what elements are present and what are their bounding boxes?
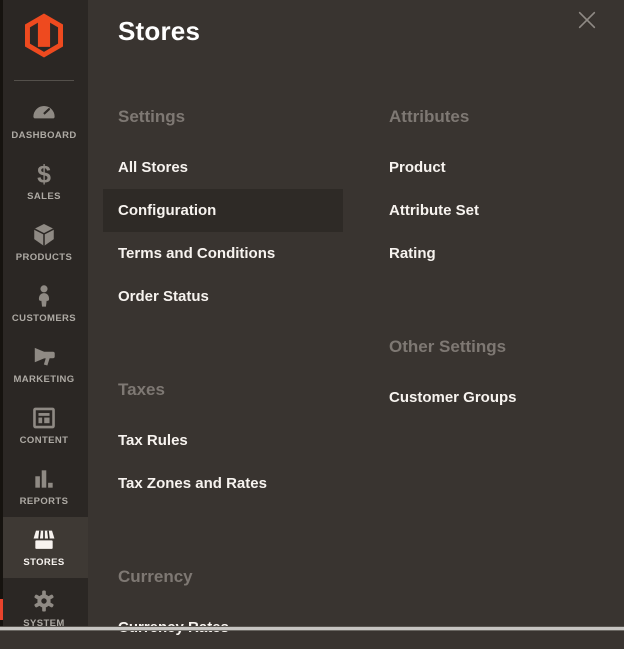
menu-section: Settings All StoresConfigurationTerms and… bbox=[103, 106, 343, 318]
sidebar-item-label: STORES bbox=[23, 557, 64, 568]
sidebar-item-content[interactable]: CONTENT bbox=[0, 395, 88, 456]
sidebar-item-label: MARKETING bbox=[13, 374, 74, 385]
sidebar-item-label: PRODUCTS bbox=[16, 252, 73, 263]
menu-item-attribute-set[interactable]: Attribute Set bbox=[374, 189, 614, 232]
sidebar-item-label: CUSTOMERS bbox=[12, 313, 76, 324]
close-button[interactable] bbox=[574, 7, 600, 33]
marketing-megaphone-icon bbox=[31, 343, 57, 370]
menu-item-rating[interactable]: Rating bbox=[374, 232, 614, 275]
admin-sidebar: DASHBOARD $ SALES PRODUCTS CUSTOMERS MARKETIN… bbox=[0, 0, 88, 631]
menu-item-tax-zones-and-rates[interactable]: Tax Zones and Rates bbox=[103, 462, 343, 505]
svg-text:$: $ bbox=[37, 161, 51, 187]
menu-item-terms-and-conditions[interactable]: Terms and Conditions bbox=[103, 232, 343, 275]
menu-section: CurrencyCurrency Rates bbox=[103, 566, 343, 649]
screen-left-edge bbox=[0, 0, 3, 631]
left-edge-accent bbox=[0, 599, 3, 620]
section-header: Taxes bbox=[103, 379, 343, 401]
menu-item-configuration[interactable]: Configuration bbox=[103, 189, 343, 232]
page-title: Stores bbox=[118, 16, 624, 46]
products-box-icon bbox=[31, 221, 57, 248]
menu-column-1: Settings All StoresConfigurationTerms and… bbox=[103, 106, 343, 649]
stores-flyout-menu: Stores Settings All StoresConfigurationTe… bbox=[88, 0, 624, 631]
menu-column-2: Attributes ProductAttribute SetRating Othe… bbox=[374, 106, 614, 649]
sidebar-divider bbox=[14, 80, 74, 81]
section-header: Currency bbox=[103, 566, 343, 588]
flyout-header: Stores bbox=[88, 0, 624, 46]
section-header: Settings bbox=[103, 106, 343, 128]
sidebar-item-dashboard[interactable]: DASHBOARD bbox=[0, 90, 88, 151]
reports-barchart-icon bbox=[31, 465, 57, 492]
menu-section: Taxes Tax RulesTax Zones and Rates bbox=[103, 379, 343, 505]
page-bottom-edge bbox=[0, 626, 624, 631]
menu-section: Other Settings Customer Groups bbox=[374, 336, 614, 419]
menu-item-all-stores[interactable]: All Stores bbox=[103, 146, 343, 189]
section-header: Attributes bbox=[374, 106, 614, 128]
sidebar-nav: DASHBOARD $ SALES PRODUCTS CUSTOMERS MARKETIN… bbox=[0, 90, 88, 639]
sidebar-item-stores[interactable]: STORES bbox=[0, 517, 88, 578]
stores-storefront-icon bbox=[31, 526, 57, 553]
sidebar-item-sales[interactable]: $ SALES bbox=[0, 151, 88, 212]
menu-section: Attributes ProductAttribute SetRating bbox=[374, 106, 614, 275]
sidebar-item-label: DASHBOARD bbox=[11, 130, 76, 141]
sidebar-item-label: CONTENT bbox=[20, 435, 69, 446]
close-icon bbox=[576, 19, 598, 34]
sidebar-item-reports[interactable]: REPORTS bbox=[0, 456, 88, 517]
menu-columns: Settings All StoresConfigurationTerms and… bbox=[88, 106, 624, 649]
magento-logo[interactable] bbox=[0, 0, 88, 63]
sidebar-item-customers[interactable]: CUSTOMERS bbox=[0, 273, 88, 334]
sidebar-item-label: REPORTS bbox=[20, 496, 69, 507]
sidebar-item-products[interactable]: PRODUCTS bbox=[0, 212, 88, 273]
dashboard-gauge-icon bbox=[31, 99, 57, 126]
content-layout-icon bbox=[31, 404, 57, 431]
sidebar-item-label: SALES bbox=[27, 191, 61, 202]
menu-item-tax-rules[interactable]: Tax Rules bbox=[103, 419, 343, 462]
system-gear-icon bbox=[31, 587, 57, 614]
sidebar-item-marketing[interactable]: MARKETING bbox=[0, 334, 88, 395]
sales-dollar-icon: $ bbox=[31, 160, 57, 187]
magento-logo-icon bbox=[25, 13, 63, 63]
section-header: Other Settings bbox=[374, 336, 614, 358]
menu-item-customer-groups[interactable]: Customer Groups bbox=[374, 376, 614, 419]
menu-item-product[interactable]: Product bbox=[374, 146, 614, 189]
menu-item-order-status[interactable]: Order Status bbox=[103, 275, 343, 318]
customers-person-icon bbox=[31, 282, 57, 309]
